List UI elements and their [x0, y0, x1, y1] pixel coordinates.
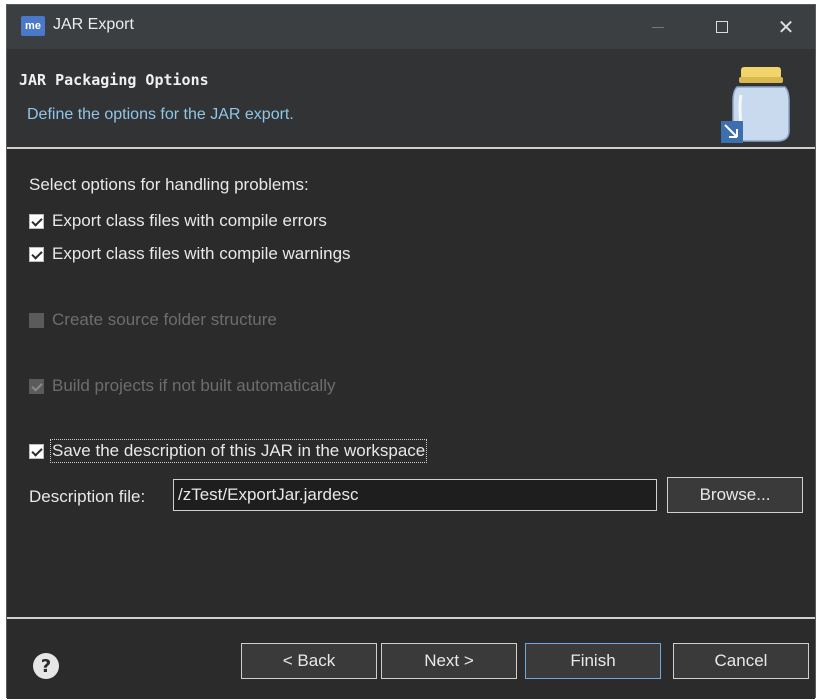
- app-icon: me: [21, 16, 45, 36]
- close-button[interactable]: ✕: [763, 5, 809, 49]
- help-icon[interactable]: ?: [33, 653, 59, 679]
- wizard-header: JAR Packaging Options Define the options…: [7, 49, 815, 149]
- minimize-icon: [652, 26, 664, 28]
- export-errors-option[interactable]: Export class files with compile errors: [29, 211, 327, 231]
- save-description-option[interactable]: Save the description of this JAR in the …: [29, 439, 428, 463]
- page-description: Define the options for the JAR export.: [27, 106, 294, 123]
- description-file-input[interactable]: [173, 479, 657, 511]
- create-source-folder-checkbox: [29, 312, 44, 328]
- page-title: JAR Packaging Options: [19, 71, 209, 89]
- create-source-folder-label: Create source folder structure: [52, 310, 277, 329]
- export-errors-checkbox[interactable]: [29, 213, 44, 229]
- problem-options-label: Select options for handling problems:: [29, 175, 309, 194]
- maximize-button[interactable]: [699, 5, 745, 49]
- cancel-button[interactable]: Cancel: [673, 643, 809, 679]
- export-warnings-option[interactable]: Export class files with compile warnings: [29, 244, 351, 264]
- close-icon: ✕: [777, 15, 795, 39]
- build-projects-label: Build projects if not built automaticall…: [52, 376, 336, 395]
- save-description-checkbox[interactable]: [29, 443, 44, 459]
- export-warnings-checkbox[interactable]: [29, 246, 44, 262]
- wizard-footer: ? < Back Next > Finish Cancel: [7, 619, 815, 699]
- minimize-button[interactable]: [635, 5, 681, 49]
- browse-button[interactable]: Browse...: [667, 477, 803, 513]
- title-bar: me JAR Export ✕: [7, 5, 815, 49]
- build-projects-option: Build projects if not built automaticall…: [29, 376, 335, 396]
- next-button[interactable]: Next >: [381, 643, 517, 679]
- window-title: JAR Export: [53, 16, 134, 33]
- maximize-icon: [716, 21, 728, 33]
- options-panel: Select options for handling problems: Ex…: [7, 149, 815, 617]
- export-warnings-label: Export class files with compile warnings: [52, 244, 351, 263]
- back-button[interactable]: < Back: [241, 643, 377, 679]
- jar-export-dialog: me JAR Export ✕ JAR Packaging Options De…: [6, 4, 816, 699]
- jar-icon: [721, 67, 790, 143]
- finish-button[interactable]: Finish: [525, 643, 661, 679]
- export-errors-label: Export class files with compile errors: [52, 211, 327, 230]
- build-projects-checkbox: [29, 378, 44, 394]
- description-file-label: Description file:: [29, 487, 146, 506]
- create-source-folder-option: Create source folder structure: [29, 310, 277, 330]
- save-description-label: Save the description of this JAR in the …: [49, 439, 428, 463]
